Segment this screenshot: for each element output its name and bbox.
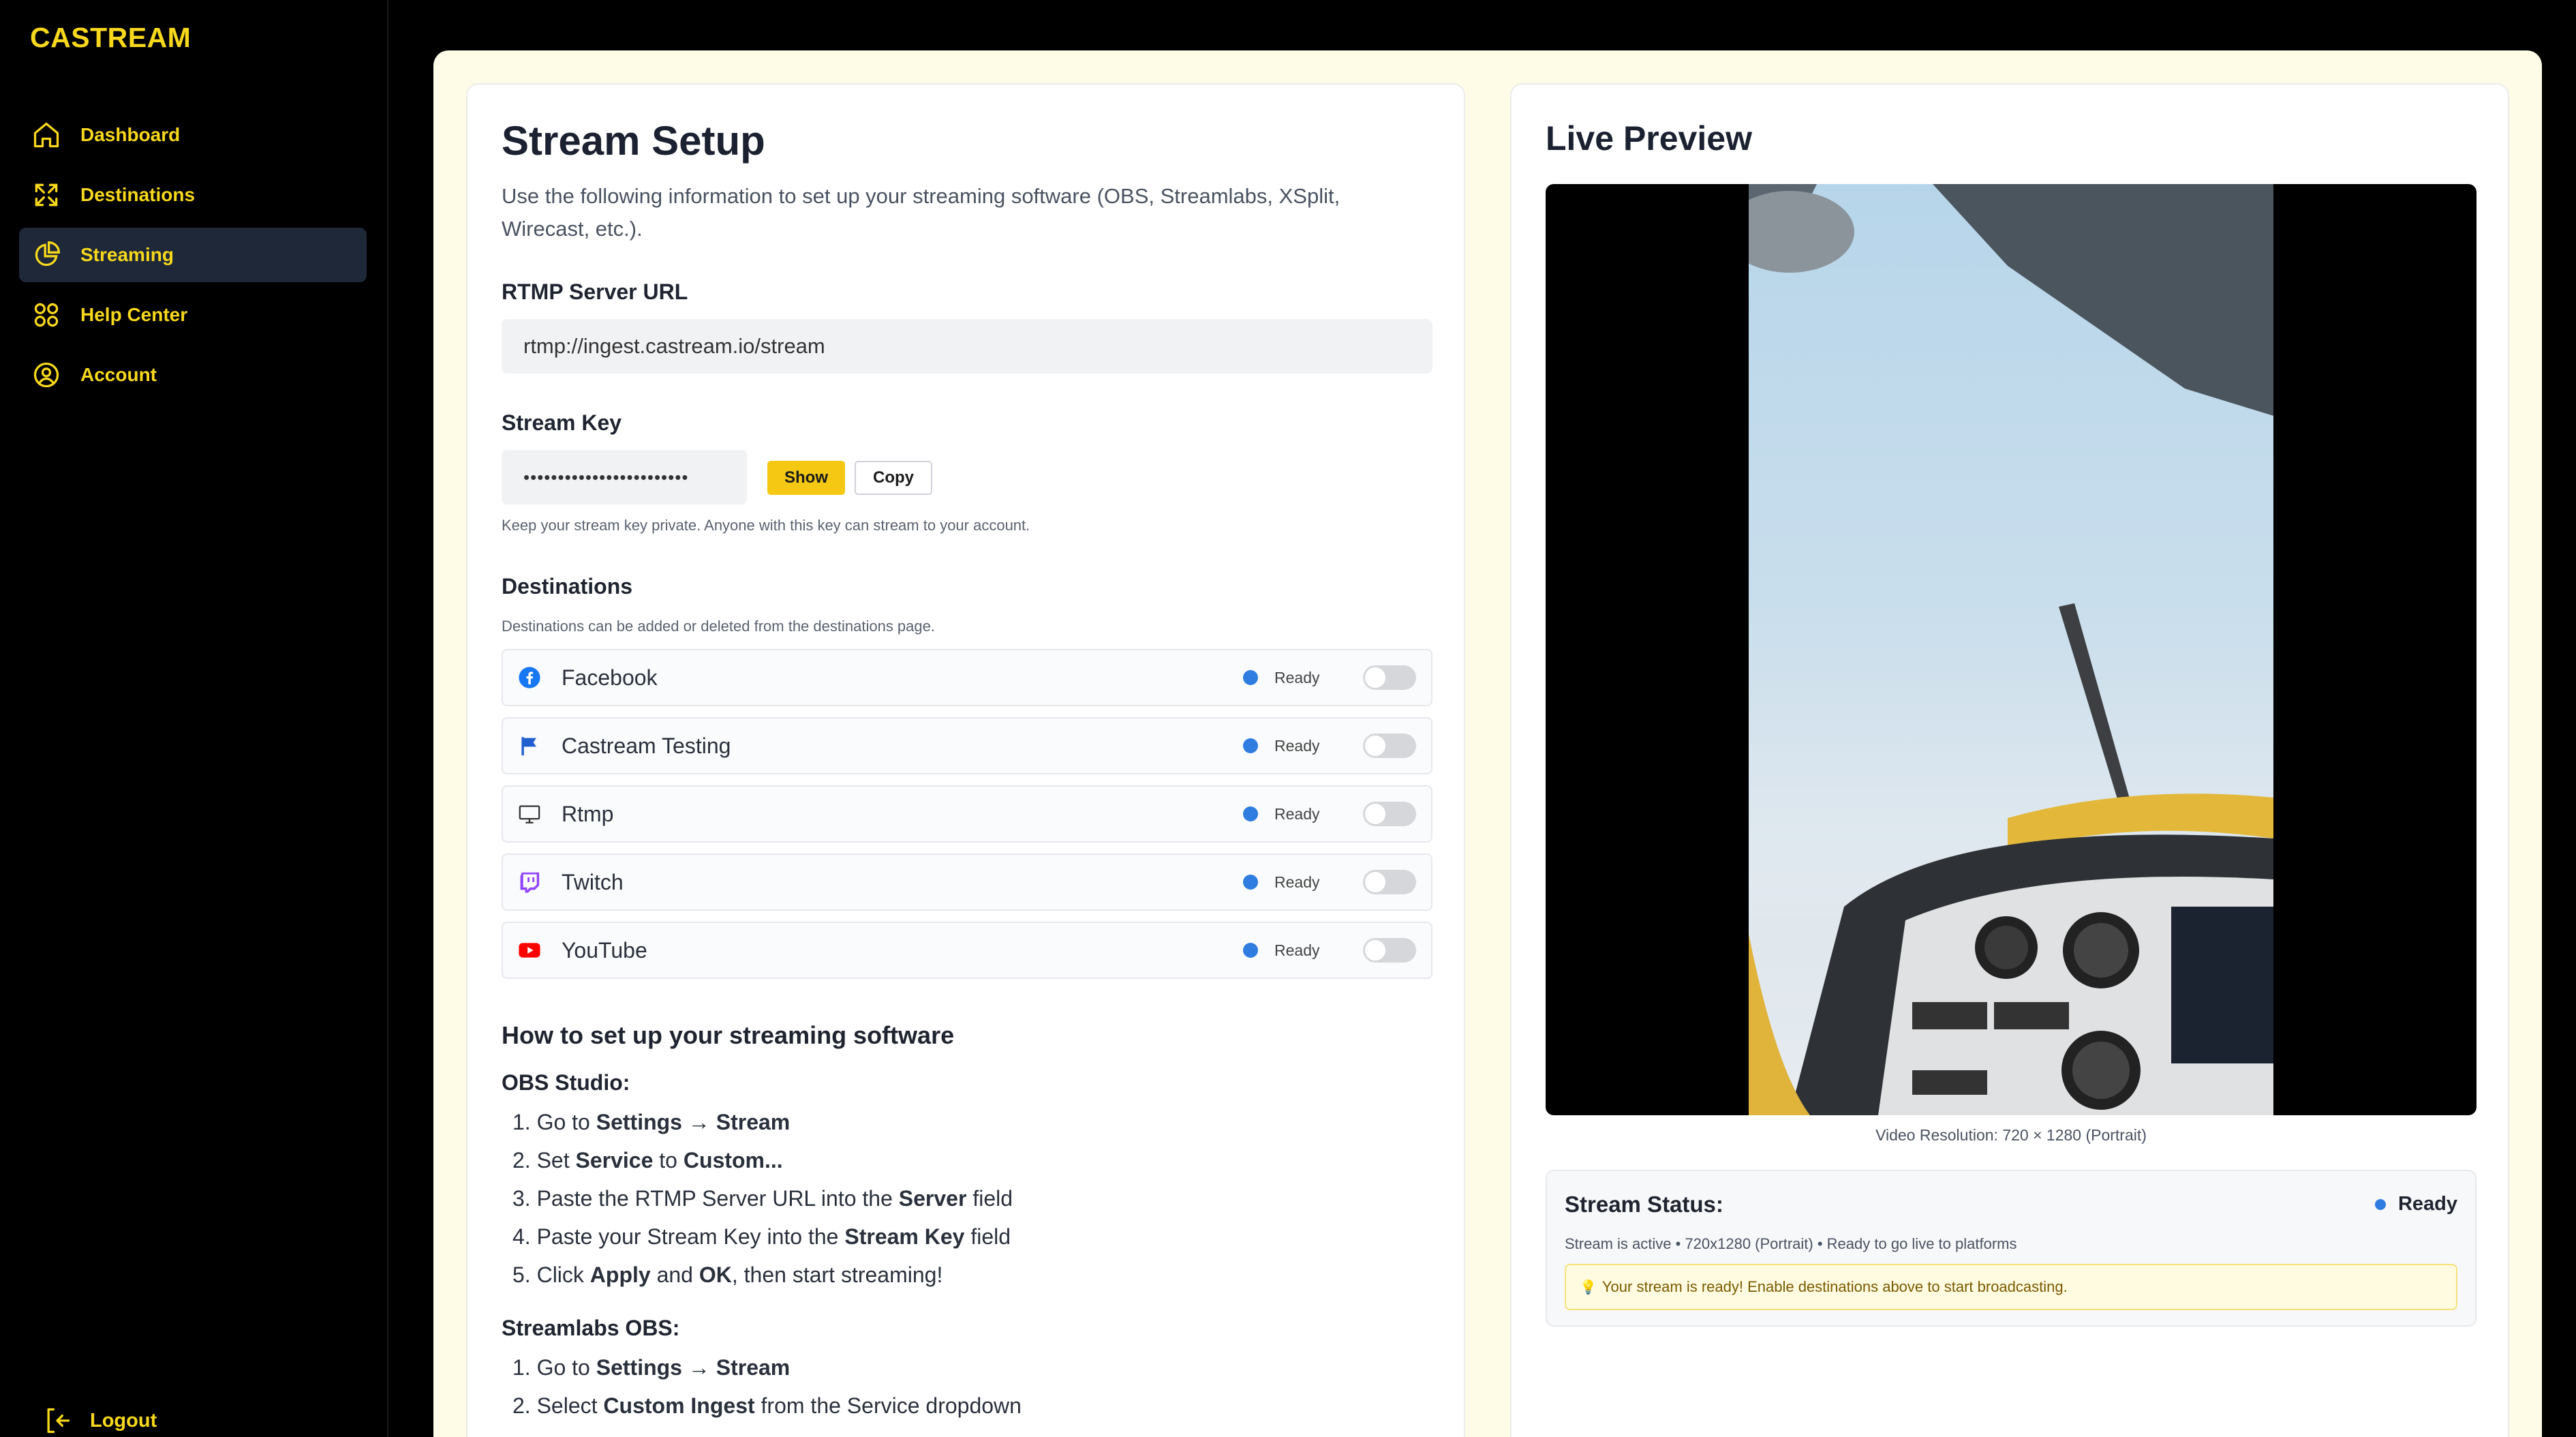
sidebar-item-account[interactable]: Account [19,348,367,402]
youtube-icon [518,939,541,962]
destination-row-castream-testing: Castream Testing Ready [502,717,1432,774]
sidebar-item-label: Streaming [80,244,174,265]
user-circle-icon [31,360,61,390]
page-title: Stream Setup [502,118,765,164]
destination-status: Ready [1274,668,1320,686]
status-dot [1243,738,1258,753]
logout-label: Logout [90,1409,157,1432]
video-frame [1749,184,2273,1115]
destination-status: Ready [1274,736,1320,755]
destination-status: Ready [1274,873,1320,891]
streamlabs-step: 1. Go to Settings → Stream [512,1355,791,1380]
destination-row-rtmp: Rtmp Ready [502,785,1432,843]
live-preview-card: Live Preview Video Resolution: 720 × 128… [1510,83,2509,1437]
destination-name: Castream Testing [562,733,731,758]
twitch-icon [518,871,541,894]
sidebar-item-destinations[interactable]: Destinations [19,168,367,222]
destination-name: Twitch [562,869,624,894]
destination-name: Rtmp [562,801,614,826]
stream-ready-message: Your stream is ready! Enable destination… [1601,1278,2068,1295]
streamlabs-step: 2. Select Custom Ingest from the Service… [512,1393,1022,1418]
destinations-label: Destinations [502,574,633,599]
destination-toggle-twitch[interactable] [1363,870,1416,894]
home-icon [31,120,61,150]
obs-step: 4. Paste your Stream Key into the Stream… [512,1224,1011,1249]
obs-step: 2. Set Service to Custom... [512,1148,783,1173]
sidebar-item-label: Account [80,364,157,385]
rtmp-label: RTMP Server URL [502,279,688,304]
monitor-icon [518,802,541,826]
sidebar-item-label: Dashboard [80,124,181,145]
facebook-icon [518,666,541,689]
destination-status: Ready [1274,941,1320,959]
stream-status-title: Stream Status: [1565,1192,1723,1217]
status-dot [1243,875,1258,890]
stream-status-description: Stream is active • 720x1280 (Portrait) •… [1565,1235,2017,1252]
grid-icon [31,300,61,330]
obs-title: OBS Studio: [502,1070,630,1095]
destinations-list: Facebook Ready Castream Testing Ready Rt… [502,649,1432,990]
show-key-button[interactable]: Show [767,461,845,495]
sidebar-item-help-center[interactable]: Help Center [19,288,367,342]
video-preview[interactable] [1546,184,2477,1115]
stream-status-panel: Stream Status: Ready Stream is active • … [1546,1170,2477,1327]
destination-toggle-facebook[interactable] [1363,665,1416,690]
status-dot [1243,806,1258,821]
main-content: Stream Setup Use the following informati… [433,50,2542,1437]
stream-key-label: Stream Key [502,410,622,435]
destination-toggle-rtmp[interactable] [1363,802,1416,826]
streamlabs-steps: 1. Go to Settings → Stream 2. Select Cus… [512,1348,1022,1425]
stream-setup-card: Stream Setup Use the following informati… [466,83,1465,1437]
obs-step: 5. Click Apply and OK, then start stream… [512,1262,943,1287]
setup-intro: Use the following information to set up … [502,184,1340,241]
stream-key-field[interactable]: •••••••••••••••••••••••• [502,450,747,504]
stream-status-state: Ready [2397,1193,2457,1215]
stream-key-hint: Keep your stream key private. Anyone wit… [502,517,1030,534]
sidebar-nav: Dashboard Destinations Streaming Help Ce… [19,108,367,408]
destination-name: YouTube [562,937,647,963]
destination-name: Facebook [562,665,658,690]
status-dot [1243,670,1258,685]
howto-title: How to set up your streaming software [502,1021,955,1049]
stream-status-badge: Ready [2374,1193,2457,1215]
copy-key-button[interactable]: Copy [855,461,932,495]
logout-button[interactable]: Logout [42,1406,157,1436]
stream-ready-alert: 💡 Your stream is ready! Enable destinati… [1565,1264,2457,1310]
rtmp-url-field[interactable]: rtmp://ingest.castream.io/stream [502,319,1432,374]
expand-icon [31,180,61,210]
sidebar-item-dashboard[interactable]: Dashboard [19,108,367,162]
destinations-hint: Destinations can be added or deleted fro… [502,618,935,635]
status-dot [2374,1198,2386,1210]
streamlabs-title: Streamlabs OBS: [502,1316,680,1340]
sidebar-item-streaming[interactable]: Streaming [19,228,367,282]
lightbulb-icon: 💡 [1580,1280,1597,1295]
brand-logo[interactable]: CASTREAM [30,22,191,54]
destination-row-twitch: Twitch Ready [502,853,1432,911]
destination-status: Ready [1274,804,1320,823]
obs-steps: 1. Go to Settings → Stream 2. Set Servic… [512,1103,1013,1294]
logout-icon [42,1406,72,1436]
sidebar-item-label: Help Center [80,304,188,325]
obs-step: 3. Paste the RTMP Server URL into the Se… [512,1186,1013,1211]
destination-row-youtube: YouTube Ready [502,922,1432,979]
sidebar-item-label: Destinations [80,184,196,205]
destination-row-facebook: Facebook Ready [502,649,1432,706]
sidebar: CASTREAM Dashboard Destinations Streamin… [0,0,388,1437]
flag-icon [518,734,541,757]
destination-toggle-castream-testing[interactable] [1363,733,1416,758]
obs-step: 1. Go to Settings → Stream [512,1110,791,1134]
destination-toggle-youtube[interactable] [1363,938,1416,963]
status-dot [1243,943,1258,958]
pie-chart-icon [31,240,61,270]
video-resolution: Video Resolution: 720 × 1280 (Portrait) [1875,1126,2147,1144]
preview-title: Live Preview [1546,119,1752,157]
